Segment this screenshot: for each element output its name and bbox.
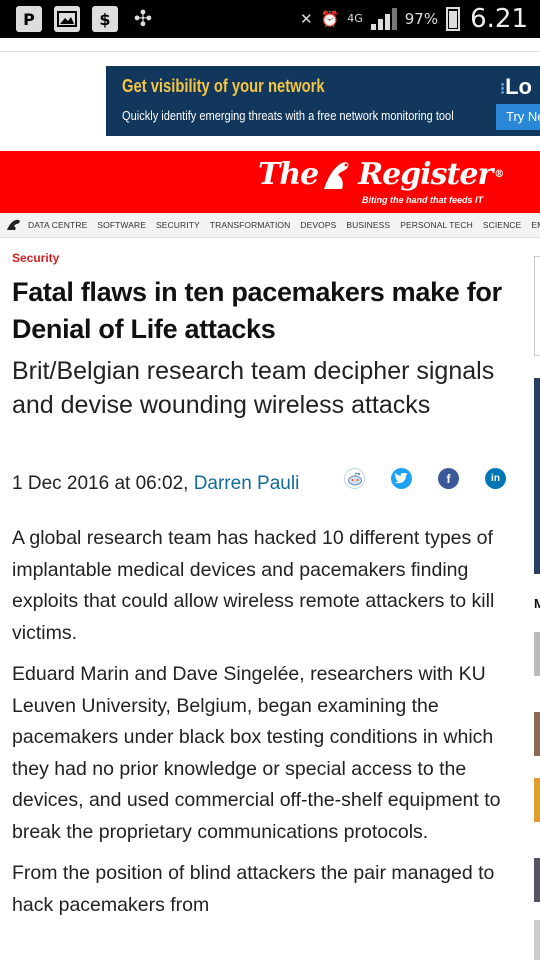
battery-icon bbox=[446, 7, 461, 31]
advertisement-banner[interactable]: Get visibility of your network Quickly i… bbox=[106, 66, 540, 136]
dollar-icon: $ bbox=[92, 6, 118, 32]
logo-register: Register bbox=[358, 157, 493, 192]
browser-strip bbox=[0, 38, 540, 52]
notification-icons: P $ ✣ bbox=[16, 6, 156, 32]
system-icons: ✕ ⏰ 4G 97% 6.21 bbox=[300, 4, 528, 34]
sidebar-heading: M bbox=[534, 596, 540, 611]
reddit-icon[interactable] bbox=[344, 468, 365, 489]
article-paragraph: From the position of blind attackers the… bbox=[12, 862, 495, 916]
linkedin-icon[interactable]: in bbox=[485, 468, 506, 489]
ad-logo: ⁝Lo bbox=[500, 74, 532, 99]
mute-icon: ✕ bbox=[299, 10, 313, 28]
article-body: A global research team has hacked 10 dif… bbox=[12, 523, 522, 931]
home-vulture-icon[interactable] bbox=[0, 219, 28, 231]
sidebar-thumbnail[interactable] bbox=[534, 778, 540, 822]
nav-item-transformation[interactable]: TRANSFORMATION bbox=[210, 220, 291, 230]
nav-item-security[interactable]: SECURITY bbox=[156, 220, 200, 230]
ad-subtitle: Quickly identify emerging threats with a… bbox=[122, 108, 454, 123]
article-standfirst: Brit/Belgian research team decipher sign… bbox=[12, 357, 495, 419]
twitter-icon[interactable] bbox=[391, 468, 412, 489]
image-icon bbox=[54, 6, 80, 32]
alarm-icon: ⏰ bbox=[320, 10, 340, 28]
status-bar: P $ ✣ ✕ ⏰ 4G 97% 6.21 bbox=[0, 0, 540, 38]
ad-title: Get visibility of your network bbox=[122, 76, 325, 96]
share-buttons: f in bbox=[344, 468, 506, 489]
section-nav: DATA CENTRE SOFTWARE SECURITY TRANSFORMA… bbox=[0, 213, 540, 238]
ad-logo-text: Lo bbox=[505, 74, 532, 99]
logo-tagline: Biting the hand that feeds IT bbox=[362, 195, 483, 205]
publish-date: 1 Dec 2016 at 06:02, bbox=[12, 473, 194, 494]
clock: 6.21 bbox=[470, 4, 528, 34]
article-paragraph: A global research team has hacked 10 dif… bbox=[12, 527, 495, 644]
sidebar-thumbnail[interactable] bbox=[534, 858, 540, 902]
byline: 1 Dec 2016 at 06:02, Darren Pauli bbox=[12, 473, 299, 495]
battery-percent: 97% bbox=[404, 10, 439, 28]
author-link[interactable]: Darren Pauli bbox=[194, 473, 300, 494]
nav-item-business[interactable]: BUSINESS bbox=[346, 220, 390, 230]
masthead: The Register ® Biting the hand that feeds… bbox=[0, 151, 540, 213]
nav-item-emergent-tech[interactable]: EMERGENT TECH bbox=[531, 220, 540, 230]
nav-item-devops[interactable]: DEVOPS bbox=[300, 220, 336, 230]
sidebar-thumbnail[interactable] bbox=[534, 712, 540, 756]
nav-item-software[interactable]: SOFTWARE bbox=[97, 220, 146, 230]
pinwheel-icon: ✣ bbox=[133, 6, 153, 32]
nav-item-personal-tech[interactable]: PERSONAL TECH bbox=[400, 220, 473, 230]
nav-item-data-centre[interactable]: DATA CENTRE bbox=[28, 220, 87, 230]
article-headline: Fatal flaws in ten pacemakers make for D… bbox=[12, 277, 502, 344]
sidebar-thumbnail[interactable] bbox=[534, 632, 540, 676]
network-type: 4G bbox=[347, 12, 363, 25]
nav-item-science[interactable]: SCIENCE bbox=[483, 220, 522, 230]
ad-try-button[interactable]: Try Ne bbox=[496, 104, 540, 130]
vulture-logo-icon bbox=[320, 159, 356, 191]
signal-icon bbox=[370, 8, 397, 30]
site-logo[interactable]: The Register ® Biting the hand that feeds… bbox=[258, 157, 504, 205]
facebook-icon[interactable]: f bbox=[438, 468, 459, 489]
logo-registered-mark: ® bbox=[494, 169, 504, 180]
logo-the: The bbox=[258, 157, 319, 192]
article-paragraph: Eduard Marin and Dave Singelée, research… bbox=[12, 663, 501, 843]
section-label[interactable]: Security bbox=[12, 251, 59, 265]
sidebar-box bbox=[534, 256, 540, 356]
sidebar-ad[interactable] bbox=[534, 378, 540, 574]
sidebar-thumbnail[interactable] bbox=[534, 920, 540, 960]
notification-p-icon: P bbox=[16, 6, 42, 32]
